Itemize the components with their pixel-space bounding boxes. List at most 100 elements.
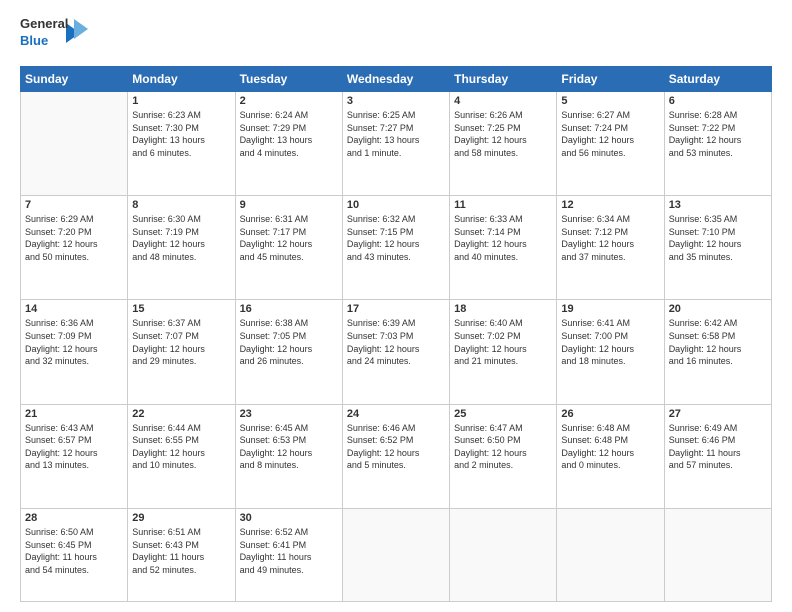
calendar-cell — [664, 508, 771, 601]
calendar-cell: 4Sunrise: 6:26 AM Sunset: 7:25 PM Daylig… — [450, 92, 557, 196]
calendar-cell: 19 Sunrise: 6:41 AM Sunset: 7:00 PM Dayli… — [557, 300, 664, 404]
weekday-header-thursday: Thursday — [450, 67, 557, 92]
calendar-cell: 6Sunrise: 6:28 AM Sunset: 7:22 PM Daylig… — [664, 92, 771, 196]
calendar-cell: 8 Sunrise: 6:30 AM Sunset: 7:19 PM Daylig… — [128, 196, 235, 300]
day-number: 6 — [669, 95, 767, 107]
calendar-cell: 5Sunrise: 6:27 AM Sunset: 7:24 PM Daylig… — [557, 92, 664, 196]
day-info: Sunrise: 6:24 AM Sunset: 7:29 PM Dayligh… — [240, 109, 338, 159]
day-number: 7 — [25, 199, 123, 211]
weekday-header-monday: Monday — [128, 67, 235, 92]
day-info: Sunrise: 6:39 AM Sunset: 7:03 PM Dayligh… — [347, 317, 445, 367]
page: General Blue SundayMondayTuesdayWednesda… — [0, 0, 792, 612]
calendar-cell: 20Sunrise: 6:42 AM Sunset: 6:58 PM Dayli… — [664, 300, 771, 404]
day-number: 10 — [347, 199, 445, 211]
calendar-week-row: 7 Sunrise: 6:29 AM Sunset: 7:20 PM Daylig… — [21, 196, 772, 300]
calendar-cell: 9 Sunrise: 6:31 AM Sunset: 7:17 PM Daylig… — [235, 196, 342, 300]
calendar-cell: 27 Sunrise: 6:49 AM Sunset: 6:46 PM Dayli… — [664, 404, 771, 508]
day-info: Sunrise: 6:50 AM Sunset: 6:45 PM Dayligh… — [25, 526, 123, 576]
day-info: Sunrise: 6:29 AM Sunset: 7:20 PM Dayligh… — [25, 213, 123, 263]
day-info: Sunrise: 6:26 AM Sunset: 7:25 PM Dayligh… — [454, 109, 552, 159]
day-number: 29 — [132, 512, 230, 524]
day-info: Sunrise: 6:25 AM Sunset: 7:27 PM Dayligh… — [347, 109, 445, 159]
calendar-cell: 12 Sunrise: 6:34 AM Sunset: 7:12 PM Dayli… — [557, 196, 664, 300]
day-info: Sunrise: 6:49 AM Sunset: 6:46 PM Dayligh… — [669, 422, 767, 472]
calendar-cell: 13Sunrise: 6:35 AM Sunset: 7:10 PM Dayli… — [664, 196, 771, 300]
day-number: 28 — [25, 512, 123, 524]
day-number: 3 — [347, 95, 445, 107]
day-number: 18 — [454, 303, 552, 315]
weekday-header-saturday: Saturday — [664, 67, 771, 92]
calendar-cell — [342, 508, 449, 601]
day-info: Sunrise: 6:40 AM Sunset: 7:02 PM Dayligh… — [454, 317, 552, 367]
calendar-cell: 10 Sunrise: 6:32 AM Sunset: 7:15 PM Dayli… — [342, 196, 449, 300]
calendar-cell: 24Sunrise: 6:46 AM Sunset: 6:52 PM Dayli… — [342, 404, 449, 508]
day-number: 1 — [132, 95, 230, 107]
day-number: 11 — [454, 199, 552, 211]
logo: General Blue — [20, 16, 88, 58]
day-number: 9 — [240, 199, 338, 211]
day-number: 26 — [561, 408, 659, 420]
day-info: Sunrise: 6:48 AM Sunset: 6:48 PM Dayligh… — [561, 422, 659, 472]
calendar-table: SundayMondayTuesdayWednesdayThursdayFrid… — [20, 66, 772, 602]
day-info: Sunrise: 6:38 AM Sunset: 7:05 PM Dayligh… — [240, 317, 338, 367]
calendar-cell: 28 Sunrise: 6:50 AM Sunset: 6:45 PM Dayli… — [21, 508, 128, 601]
calendar-cell: 2 Sunrise: 6:24 AM Sunset: 7:29 PM Daylig… — [235, 92, 342, 196]
day-number: 8 — [132, 199, 230, 211]
day-info: Sunrise: 6:41 AM Sunset: 7:00 PM Dayligh… — [561, 317, 659, 367]
calendar-week-row: 28 Sunrise: 6:50 AM Sunset: 6:45 PM Dayli… — [21, 508, 772, 601]
calendar-cell: 30 Sunrise: 6:52 AM Sunset: 6:41 PM Dayli… — [235, 508, 342, 601]
day-info: Sunrise: 6:34 AM Sunset: 7:12 PM Dayligh… — [561, 213, 659, 263]
day-number: 13 — [669, 199, 767, 211]
day-info: Sunrise: 6:37 AM Sunset: 7:07 PM Dayligh… — [132, 317, 230, 367]
day-info: Sunrise: 6:51 AM Sunset: 6:43 PM Dayligh… — [132, 526, 230, 576]
day-number: 16 — [240, 303, 338, 315]
calendar-cell: 16 Sunrise: 6:38 AM Sunset: 7:05 PM Dayli… — [235, 300, 342, 404]
day-info: Sunrise: 6:45 AM Sunset: 6:53 PM Dayligh… — [240, 422, 338, 472]
day-number: 15 — [132, 303, 230, 315]
day-info: Sunrise: 6:44 AM Sunset: 6:55 PM Dayligh… — [132, 422, 230, 472]
calendar-week-row: 1 Sunrise: 6:23 AM Sunset: 7:30 PM Daylig… — [21, 92, 772, 196]
calendar-cell: 18 Sunrise: 6:40 AM Sunset: 7:02 PM Dayli… — [450, 300, 557, 404]
day-info: Sunrise: 6:36 AM Sunset: 7:09 PM Dayligh… — [25, 317, 123, 367]
day-info: Sunrise: 6:30 AM Sunset: 7:19 PM Dayligh… — [132, 213, 230, 263]
calendar-cell: 15 Sunrise: 6:37 AM Sunset: 7:07 PM Dayli… — [128, 300, 235, 404]
day-info: Sunrise: 6:27 AM Sunset: 7:24 PM Dayligh… — [561, 109, 659, 159]
header: General Blue — [20, 16, 772, 58]
calendar-cell: 11 Sunrise: 6:33 AM Sunset: 7:14 PM Dayli… — [450, 196, 557, 300]
calendar-cell — [557, 508, 664, 601]
day-info: Sunrise: 6:52 AM Sunset: 6:41 PM Dayligh… — [240, 526, 338, 576]
calendar-week-row: 21 Sunrise: 6:43 AM Sunset: 6:57 PM Dayli… — [21, 404, 772, 508]
calendar-cell: 21 Sunrise: 6:43 AM Sunset: 6:57 PM Dayli… — [21, 404, 128, 508]
day-info: Sunrise: 6:42 AM Sunset: 6:58 PM Dayligh… — [669, 317, 767, 367]
calendar-cell — [450, 508, 557, 601]
calendar-cell: 26 Sunrise: 6:48 AM Sunset: 6:48 PM Dayli… — [557, 404, 664, 508]
day-info: Sunrise: 6:46 AM Sunset: 6:52 PM Dayligh… — [347, 422, 445, 472]
day-number: 30 — [240, 512, 338, 524]
day-number: 2 — [240, 95, 338, 107]
day-info: Sunrise: 6:33 AM Sunset: 7:14 PM Dayligh… — [454, 213, 552, 263]
day-number: 25 — [454, 408, 552, 420]
calendar-cell: 7 Sunrise: 6:29 AM Sunset: 7:20 PM Daylig… — [21, 196, 128, 300]
day-number: 12 — [561, 199, 659, 211]
calendar-cell — [21, 92, 128, 196]
weekday-header-wednesday: Wednesday — [342, 67, 449, 92]
weekday-header-tuesday: Tuesday — [235, 67, 342, 92]
day-number: 27 — [669, 408, 767, 420]
day-info: Sunrise: 6:32 AM Sunset: 7:15 PM Dayligh… — [347, 213, 445, 263]
day-info: Sunrise: 6:43 AM Sunset: 6:57 PM Dayligh… — [25, 422, 123, 472]
weekday-header-row: SundayMondayTuesdayWednesdayThursdayFrid… — [21, 67, 772, 92]
day-number: 19 — [561, 303, 659, 315]
day-number: 22 — [132, 408, 230, 420]
calendar-cell: 1 Sunrise: 6:23 AM Sunset: 7:30 PM Daylig… — [128, 92, 235, 196]
calendar-cell: 25 Sunrise: 6:47 AM Sunset: 6:50 PM Dayli… — [450, 404, 557, 508]
day-info: Sunrise: 6:47 AM Sunset: 6:50 PM Dayligh… — [454, 422, 552, 472]
day-number: 17 — [347, 303, 445, 315]
calendar-cell: 17 Sunrise: 6:39 AM Sunset: 7:03 PM Dayli… — [342, 300, 449, 404]
day-number: 21 — [25, 408, 123, 420]
day-info: Sunrise: 6:31 AM Sunset: 7:17 PM Dayligh… — [240, 213, 338, 263]
day-info: Sunrise: 6:23 AM Sunset: 7:30 PM Dayligh… — [132, 109, 230, 159]
calendar-cell: 22 Sunrise: 6:44 AM Sunset: 6:55 PM Dayli… — [128, 404, 235, 508]
calendar-cell: 23 Sunrise: 6:45 AM Sunset: 6:53 PM Dayli… — [235, 404, 342, 508]
calendar-cell: 3 Sunrise: 6:25 AM Sunset: 7:27 PM Daylig… — [342, 92, 449, 196]
day-number: 23 — [240, 408, 338, 420]
